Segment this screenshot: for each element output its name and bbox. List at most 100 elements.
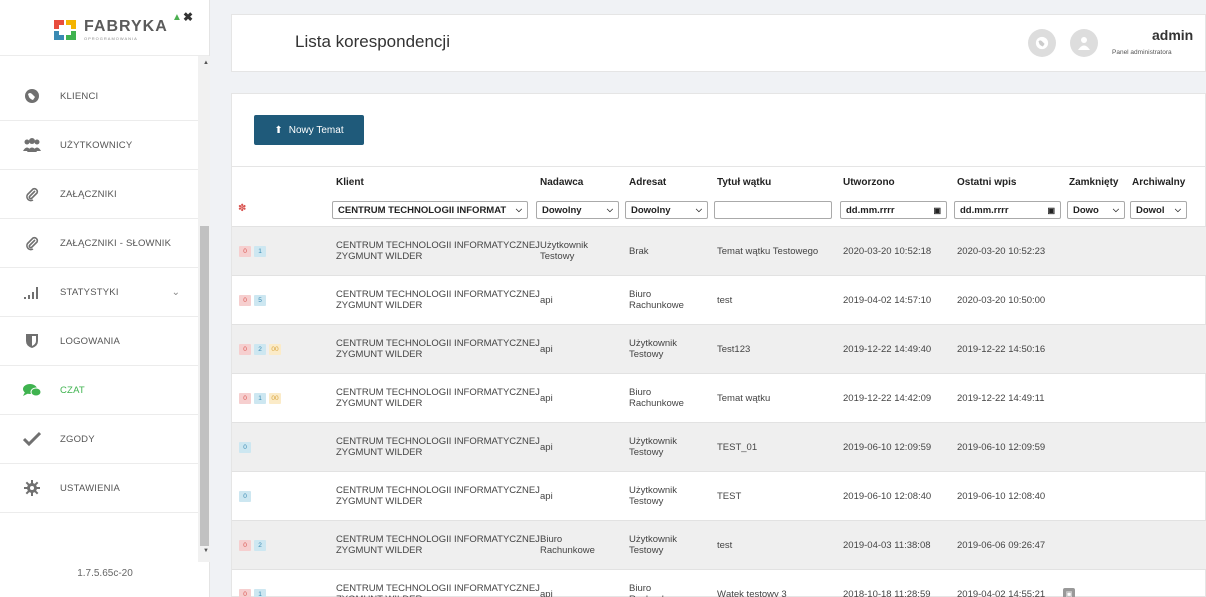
- table-row[interactable]: 01 CENTRUM TECHNOLOGII INFORMATYCZNEJZYGM…: [232, 569, 1206, 597]
- sidebar-item-label: ZAŁĄCZNIKI - SŁOWNIK: [60, 237, 172, 249]
- cell-ostatni-wpis: 2019-06-06 09:26:47: [957, 540, 1046, 551]
- sidebar-item-uzytkownicy[interactable]: UŻYTKOWNICY: [0, 121, 198, 170]
- cell-nadawca: api: [540, 344, 553, 355]
- page-title: Lista korespondencji: [295, 32, 450, 51]
- checkmark-icon: [22, 429, 42, 449]
- cell-tytul: Temat wątku: [717, 393, 771, 404]
- cell-adresat: BiuroRachunkowe: [629, 289, 684, 311]
- pin-icon[interactable]: ▲: [172, 12, 182, 23]
- sidebar-item-zalaczniki[interactable]: ZAŁĄCZNIKI: [0, 170, 198, 219]
- count-badge: 2: [254, 540, 266, 551]
- cell-nadawca: api: [540, 393, 553, 404]
- cell-nadawca-line2: Testowy: [540, 251, 575, 262]
- new-topic-button[interactable]: ⬆ Nowy Temat: [254, 115, 364, 145]
- column-header-utworzono[interactable]: Utworzono: [843, 177, 895, 188]
- table-row[interactable]: 0 1 00 CENTRUM TECHNOLOGII INFORMATYCZNEJ ZY…: [232, 373, 1206, 422]
- sidebar-item-label: CZAT: [60, 384, 85, 396]
- table-row[interactable]: 0 2 00 CENTRUM TECHNOLOGII INFORMATYCZNEJ ZY…: [232, 324, 1206, 373]
- cell-nadawca-line1: api: [540, 344, 553, 355]
- filter-tytul-input[interactable]: [714, 201, 832, 219]
- cell-nadawca: api: [540, 491, 553, 502]
- count-badge: 0: [239, 442, 251, 453]
- sidebar-item-zgody[interactable]: ZGODY: [0, 415, 198, 464]
- user-name[interactable]: admin: [1152, 27, 1193, 43]
- cell-tytul: TEST_01: [717, 442, 758, 453]
- filter-adresat-select[interactable]: Dowolny ⌵: [625, 201, 708, 219]
- calendar-icon[interactable]: ▣: [1043, 206, 1055, 215]
- filter-zamkniety-select[interactable]: Dowo ⌵: [1067, 201, 1125, 219]
- cell-adresat-line1: Brak: [629, 246, 649, 257]
- user-avatar-button[interactable]: [1070, 29, 1098, 57]
- language-button[interactable]: [1028, 29, 1056, 57]
- cell-klient-line1: CENTRUM TECHNOLOGII INFORMATYCZNEJ: [336, 240, 540, 251]
- cell-klient-line1: CENTRUM TECHNOLOGII INFORMATYCZNEJ: [336, 436, 540, 447]
- column-header-tytul[interactable]: Tytuł wątku: [717, 177, 771, 188]
- cell-nadawca-line1: Użytkownik: [540, 240, 589, 251]
- filter-nadawca-select[interactable]: Dowolny ⌵: [536, 201, 619, 219]
- sidebar-item-statystyki[interactable]: STATYSTYKI ⌄: [0, 268, 198, 317]
- table-row[interactable]: 0 5 CENTRUM TECHNOLOGII INFORMATYCZNEJ ZYGM…: [232, 275, 1206, 324]
- sidebar-item-zalaczniki-slownik[interactable]: ZAŁĄCZNIKI - SŁOWNIK: [0, 219, 198, 268]
- count-badge: 1: [254, 589, 266, 597]
- scroll-up-icon[interactable]: ▲: [203, 60, 209, 66]
- column-header-archiwalny[interactable]: Archiwalny: [1132, 177, 1185, 188]
- scroll-thumb[interactable]: [200, 226, 209, 546]
- lock-icon: ▣: [1063, 588, 1075, 597]
- cell-tytul: Wątek testowy 3: [717, 589, 787, 597]
- cell-utworzono: 2019-12-22 14:49:40: [843, 344, 932, 355]
- count-badge: 0: [239, 393, 251, 404]
- cell-ostatni-wpis: 2019-04-02 14:55:21: [957, 589, 1046, 597]
- count-badge: 1: [254, 246, 266, 257]
- count-badge: 0: [239, 540, 251, 551]
- logo-name: FABRYKA: [84, 18, 168, 35]
- column-header-nadawca[interactable]: Nadawca: [540, 177, 583, 188]
- calendar-icon[interactable]: ▣: [929, 206, 941, 215]
- filter-archiwalny-select[interactable]: Dowol ⌵: [1130, 201, 1187, 219]
- eye-off-icon[interactable]: ✽: [238, 203, 246, 214]
- cell-utworzono: 2019-06-10 12:09:59: [843, 442, 932, 453]
- cell-ostatni-wpis: 2020-03-20 10:52:23: [957, 246, 1046, 257]
- sidebar-item-ustawienia[interactable]: USTAWIENIA: [0, 464, 198, 513]
- cell-utworzono: 2020-03-20 10:52:18: [843, 246, 932, 257]
- cell-nadawca-line1: api: [540, 393, 553, 404]
- cell-adresat: Użytkownik Testowy: [629, 485, 677, 507]
- sidebar-item-logowania[interactable]: LOGOWANIA: [0, 317, 198, 366]
- scroll-down-icon[interactable]: ▼: [203, 548, 209, 554]
- cell-utworzono: 2019-06-10 12:08:40: [843, 491, 932, 502]
- user-role: Panel administratora: [1112, 49, 1172, 56]
- column-header-klient[interactable]: Klient: [336, 177, 364, 188]
- cell-adresat: Użytkownik Testowy: [629, 436, 677, 458]
- chat-icon: [22, 380, 42, 400]
- cell-ostatni-wpis: 2019-06-10 12:09:59: [957, 442, 1046, 453]
- count-badge: 00: [269, 344, 281, 355]
- cell-klient-line2: ZYGMUNT WILDER: [336, 300, 423, 311]
- count-badge: 5: [254, 295, 266, 306]
- cell-klient-line2: ZYGMUNT WILDER: [336, 251, 423, 262]
- sidebar-item-czat[interactable]: CZAT: [0, 366, 198, 415]
- filter-ostatni-date[interactable]: dd.mm.rrrr ▣: [954, 201, 1061, 219]
- filter-klient-select[interactable]: CENTRUM TECHNOLOGII INFORMAT ⌵: [332, 201, 528, 219]
- sidebar-item-label: ZGODY: [60, 433, 95, 445]
- cell-nadawca: api: [540, 589, 553, 597]
- cell-klient: CENTRUM TECHNOLOGII INFORMATYCZNEJZYGMUN…: [336, 534, 540, 556]
- table-row[interactable]: 0 CENTRUM TECHNOLOGII INFORMATYCZNEJ ZYGMU…: [232, 422, 1206, 471]
- table-row[interactable]: 0 2 CENTRUM TECHNOLOGII INFORMATYCZNEJ ZYGM…: [232, 520, 1206, 569]
- cell-adresat: Użytkownik Testowy: [629, 338, 677, 360]
- cell-klient-line1: CENTRUM TECHNOLOGII INFORMATYCZNEJ: [336, 289, 540, 300]
- globe-icon: [22, 86, 42, 106]
- close-icon[interactable]: ✖: [183, 10, 193, 24]
- cell-klient-line1: CENTRUM TECHNOLOGII INFORMATYCZNEJ: [336, 387, 540, 398]
- column-header-zamkniety[interactable]: Zamknięty: [1069, 177, 1118, 188]
- cell-adresat-line2: Testowy: [629, 349, 664, 360]
- column-header-adresat[interactable]: Adresat: [629, 177, 666, 188]
- sidebar-item-klienci[interactable]: KLIENCI: [0, 72, 198, 121]
- table-row[interactable]: 01 CENTRUM TECHNOLOGII INFORMATYCZNEJZYGM…: [232, 226, 1206, 275]
- cell-ostatni-wpis: 2019-12-22 14:50:16: [957, 344, 1046, 355]
- cell-tytul: test: [717, 540, 733, 551]
- column-header-ostatni-wpis[interactable]: Ostatni wpis: [957, 177, 1016, 188]
- filter-utworzono-date[interactable]: dd.mm.rrrr ▣: [840, 201, 947, 219]
- sidebar: FABRYKA OPROGRAMOWANIA ▲ ✖ KLIENCI UŻYTK…: [0, 0, 210, 597]
- sidebar-item-label: STATYSTYKI: [60, 286, 119, 298]
- cell-nadawca-line2: Rachunkowe: [540, 545, 595, 556]
- table-row[interactable]: 0 CENTRUM TECHNOLOGII INFORMATYCZNEJ ZYGMU…: [232, 471, 1206, 520]
